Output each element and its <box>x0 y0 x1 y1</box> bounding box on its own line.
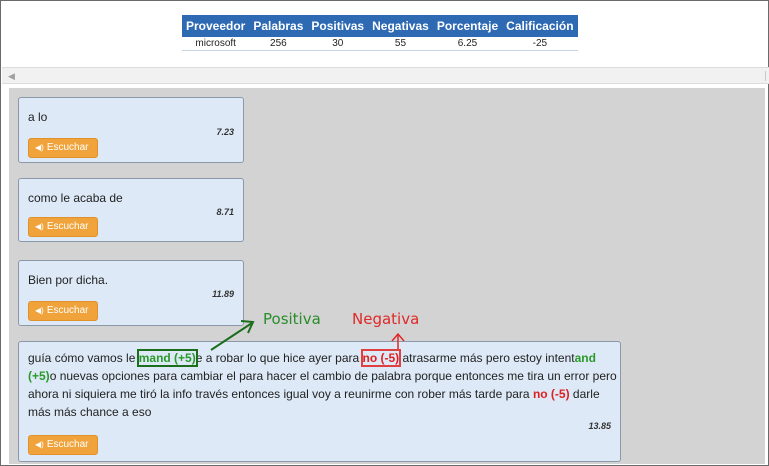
card-text: guía cómo vamos le mand (+5)e a robar lo… <box>28 349 618 421</box>
text-segment: guía cómo vamos le <box>28 351 139 365</box>
header-negativas: Negativas <box>368 15 433 37</box>
negative-keyword: no (-5) <box>360 349 402 367</box>
header-porcentaje: Porcentaje <box>432 15 503 37</box>
speaker-icon: ◀) <box>35 440 44 449</box>
listen-button-label: Escuchar <box>46 305 89 316</box>
text-segment: atrasarme más pero estoy intent <box>399 351 575 365</box>
cell-calificacion: -25 <box>502 37 578 51</box>
listen-button-label: Escuchar <box>46 221 89 232</box>
listen-button[interactable]: ◀) Escuchar <box>28 217 98 237</box>
cell-negativas: 55 <box>368 37 433 51</box>
card-timestamp: 13.85 <box>588 421 611 431</box>
cell-porcentaje: 6.25 <box>432 37 503 51</box>
summary-table: Proveedor Palabras Positivas Negativas P… <box>182 15 578 51</box>
transcript-card-highlighted: guía cómo vamos le mand (+5)e a robar lo… <box>18 341 621 462</box>
scroll-left-arrow-icon[interactable]: ◀ <box>8 71 15 82</box>
listen-button-label: Escuchar <box>46 439 89 450</box>
card-text: a lo <box>28 110 48 124</box>
cell-proveedor: microsoft <box>182 37 250 51</box>
text-segment: e a robar lo que hice ayer para <box>195 351 363 365</box>
speaker-icon: ◀) <box>35 306 44 315</box>
header-calificacion: Calificación <box>502 15 578 37</box>
transcript-card: como le acaba de 8.71 ◀) Escuchar <box>18 178 244 242</box>
text-segment: o nuevas opciones para cambiar el para h… <box>28 369 617 401</box>
speaker-icon: ◀) <box>35 222 44 231</box>
speaker-icon: ◀) <box>35 143 44 152</box>
header-positivas: Positivas <box>307 15 369 37</box>
transcript-card: a lo 7.23 ◀) Escuchar <box>18 97 244 163</box>
positive-annotation-label: Positiva <box>263 310 321 328</box>
horizontal-scrollbar[interactable]: ◀ <box>2 67 769 84</box>
app-frame: Proveedor Palabras Positivas Negativas P… <box>0 0 769 466</box>
card-text: como le acaba de <box>28 191 123 205</box>
cell-positivas: 30 <box>307 37 369 51</box>
negative-keyword: no (-5) <box>532 387 570 401</box>
listen-button[interactable]: ◀) Escuchar <box>28 435 98 455</box>
transcript-card: Bien por dicha. 11.89 ◀) Escuchar <box>18 260 244 326</box>
card-timestamp: 7.23 <box>216 127 234 137</box>
listen-button[interactable]: ◀) Escuchar <box>28 301 98 321</box>
negative-annotation-label: Negativa <box>352 310 420 328</box>
card-timestamp: 8.71 <box>216 207 234 217</box>
header-palabras: Palabras <box>249 15 308 37</box>
scrollbar-end-marker <box>765 71 766 81</box>
listen-button[interactable]: ◀) Escuchar <box>28 138 98 158</box>
summary-data-row: microsoft 256 30 55 6.25 -25 <box>182 37 578 51</box>
listen-button-label: Escuchar <box>46 142 89 153</box>
summary-header-row: Proveedor Palabras Positivas Negativas P… <box>182 15 578 37</box>
card-text: Bien por dicha. <box>28 273 109 287</box>
cell-palabras: 256 <box>249 37 308 51</box>
card-timestamp: 11.89 <box>212 289 234 299</box>
transcript-panel: a lo 7.23 ◀) Escuchar como le acaba de 8.… <box>9 88 765 464</box>
positive-keyword: mand (+5) <box>136 349 198 367</box>
header-proveedor: Proveedor <box>182 15 250 37</box>
